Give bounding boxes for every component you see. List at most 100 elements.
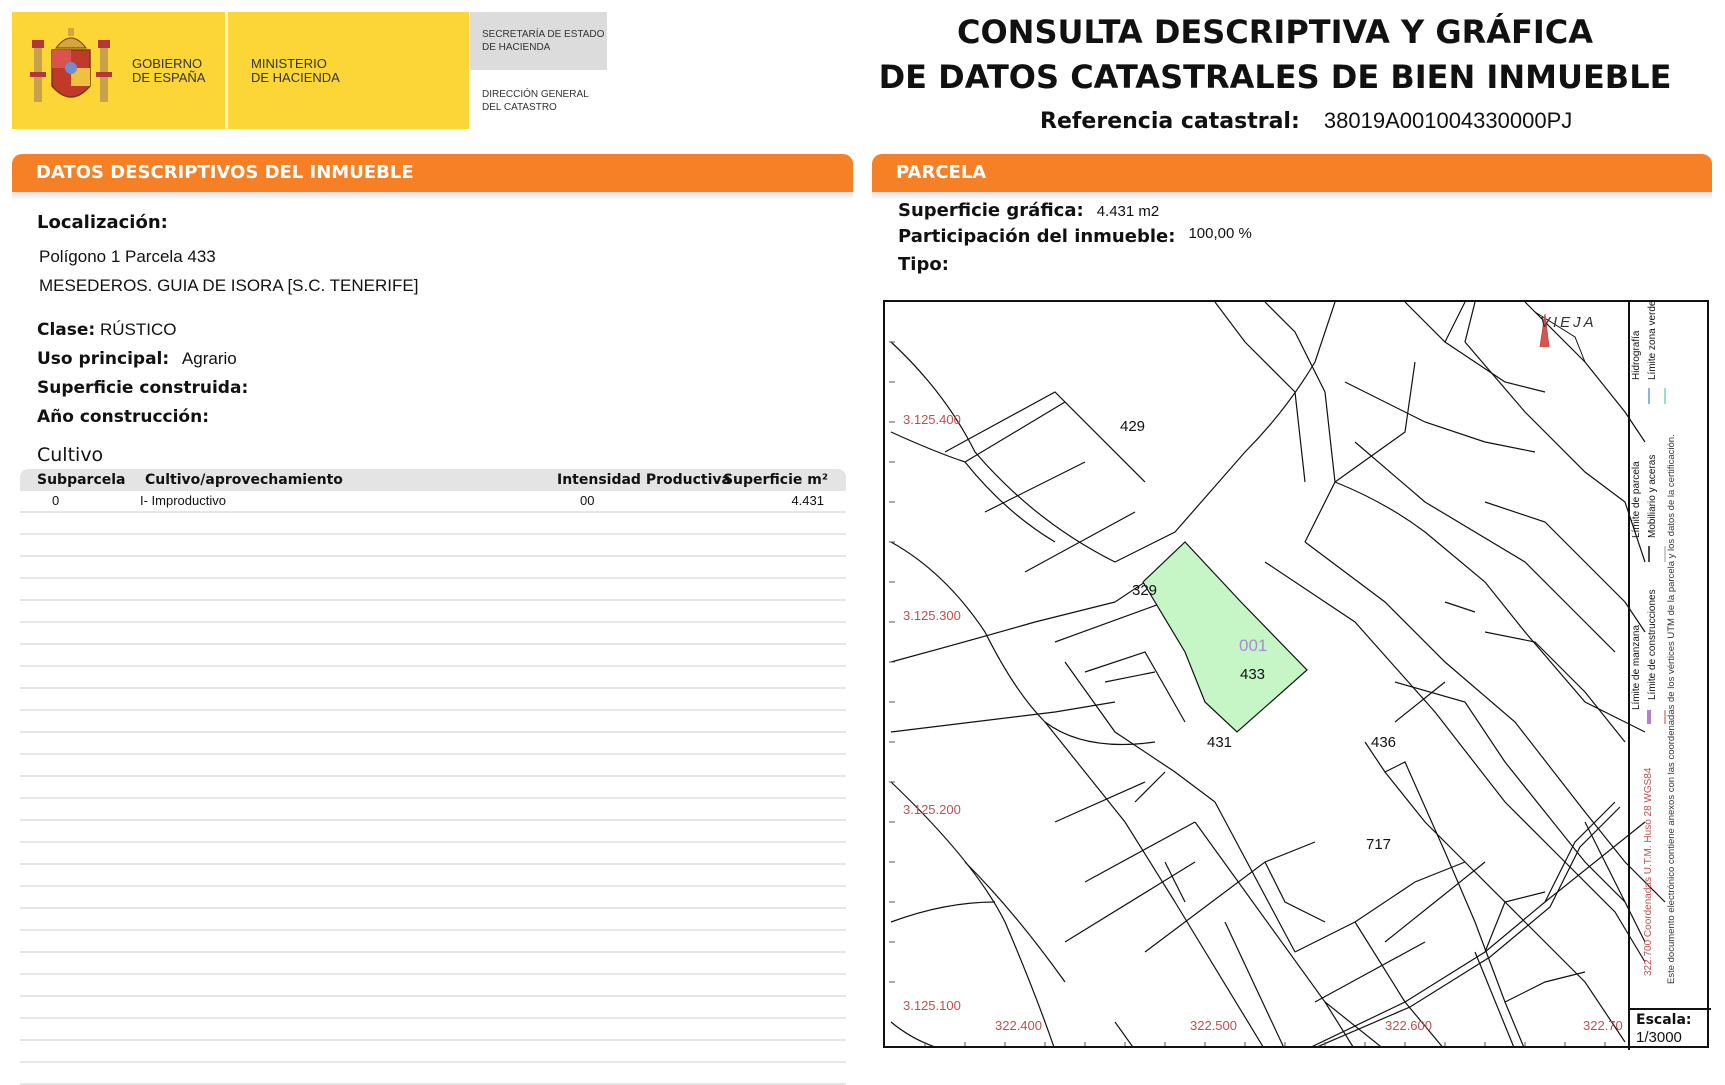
participacion-row: Participación del inmueble: 100,00 % [898,225,1252,247]
cell-intensidad: 00 [580,493,595,508]
parcel-number-label: 429 [1120,418,1146,435]
participacion-label: Participación del inmueble: [898,226,1176,247]
cell-subparcela: 0 [52,493,60,508]
min-line2: DE HACIENDA [251,70,340,85]
cadastral-map: VIEJA 3.125.400 3.125.300 3.125.200 3.12… [883,300,1709,1048]
table-row [20,667,846,689]
table-row [20,931,846,953]
table-row [20,755,846,777]
sup-grafica-label: Superficie gráfica: [898,200,1084,221]
legend-hidrografia: Hidrografía [1631,330,1642,380]
legend-construcciones: Límite de construcciones [1647,589,1658,700]
table-row: 0 I- Improductivo 00 4.431 [20,491,846,513]
scale-value: 1/3000 [1636,1029,1682,1046]
subject-code-label: 001 [1239,636,1268,655]
legend-doc-note: Este documento electrónico contiene anex… [1666,434,1677,984]
clase-label: Clase: [37,320,96,340]
table-row [20,887,846,909]
table-row [20,997,846,1019]
table-row [20,623,846,645]
table-row [20,579,846,601]
ref-label: Referencia catastral: [1040,109,1300,134]
x-coord-label: 322.600 [1385,1018,1432,1033]
coat-of-arms-icon [30,28,112,102]
ref-value: 38019A001004330000PJ [1323,108,1573,133]
tipo-label: Tipo: [898,254,949,275]
map-drawing [889,302,1666,1046]
table-row [20,711,846,733]
parcel-number-label: 329 [1132,582,1158,599]
uso-label: Uso principal: [37,349,170,369]
table-row [20,1041,846,1063]
cultivo-table: Subparcela Cultivo/aprovechamiento Inten… [20,469,846,1085]
uso-row: Uso principal: Agrario [37,349,237,369]
table-row [20,645,846,667]
page-title: CONSULTA DESCRIPTIVA Y GRÁFICA DE DATOS … [860,10,1690,100]
dir-line2: DEL CATASTRO [482,102,557,113]
table-row [20,909,846,931]
table-row [20,601,846,623]
clase-value: RÚSTICO [99,320,177,339]
localizacion-line1: Polígono 1 Parcela 433 [39,247,216,266]
table-row [20,557,846,579]
sup-construida-label: Superficie construida: [37,378,249,398]
dir-line1: DIRECCIÓN GENERAL [482,89,589,100]
table-row [20,821,846,843]
y-coord-label: 3.125.100 [903,998,961,1013]
cultivo-title: Cultivo [37,444,104,466]
col-subparcela: Subparcela [37,472,126,488]
title-line1: CONSULTA DESCRIPTIVA Y GRÁFICA [956,13,1594,51]
subject-parcel-number: 433 [1240,666,1266,683]
table-row [20,953,846,975]
table-header: Subparcela Cultivo/aprovechamiento Inten… [20,469,846,491]
legend-coords-note: 322.700 Coordenadas U.T.M. Huso 28 WGS84 [1643,767,1654,976]
gov-line1: GOBIERNO [132,56,203,71]
sec-line2: DE HACIENDA [482,42,551,53]
cell-cultivo: I- Improductivo [140,493,226,508]
map-legend: Límite de manzana Límite de construccion… [1628,300,1711,1012]
scale-label: Escala: [1636,1012,1692,1028]
y-coord-label: 3.125.300 [903,608,961,623]
col-cultivo: Cultivo/aprovechamiento [145,472,343,488]
anio-label: Año construcción: [37,407,210,427]
section-shadow-right [872,192,1712,200]
table-row [20,689,846,711]
secretaria-text: SECRETARÍA DE ESTADO DE HACIENDA [482,28,604,54]
cell-superficie: 4.431 [791,493,824,508]
y-coord-label: 3.125.400 [903,412,961,427]
uso-value: Agrario [181,349,237,368]
x-coord-label: 322.400 [995,1018,1042,1033]
title-line2: DE DATOS CATASTRALES DE BIEN INMUEBLE [878,58,1672,96]
participacion-value: 100,00 % [1188,225,1252,242]
y-coord-label: 3.125.200 [903,802,961,817]
direccion-text: DIRECCIÓN GENERAL DEL CATASTRO [482,88,589,114]
ministry-name: MINISTERIO DE HACIENDA [251,57,340,85]
logo-separator [225,12,228,129]
empty-rows [20,513,846,1085]
x-coord-label: 322.70 [1583,1018,1623,1033]
table-row [20,865,846,887]
referencia-catastral: Referencia catastral: 38019A001004330000… [1040,108,1572,134]
parcel-number-label: 717 [1366,836,1392,853]
table-row [20,535,846,557]
x-coord-label: 322.500 [1190,1018,1237,1033]
legend-zona-verde: Límite zona verde [1647,300,1658,381]
section-shadow [12,192,853,200]
col-superficie: Superficie m² [722,472,828,488]
parcel-number-label: 436 [1371,734,1397,751]
section-header-datos: DATOS DESCRIPTIVOS DEL INMUEBLE [12,154,853,192]
sup-grafica-value: 4.431 m2 [1096,203,1160,220]
table-row [20,513,846,535]
localizacion-line2: MESEDEROS. GUIA DE ISORA [S.C. TENERIFE] [39,276,419,295]
table-row [20,1063,846,1085]
gov-name: GOBIERNO DE ESPAÑA [132,57,205,85]
parcel-433-highlight [1142,541,1308,733]
legend-mobiliario: Mobiliario y aceras [1647,454,1658,538]
sup-grafica-row: Superficie gráfica: 4.431 m2 [898,200,1159,221]
road-label: VIEJA [1540,314,1597,331]
map-scale: Escala: 1/3000 [1628,1008,1711,1050]
table-row [20,1019,846,1041]
min-line1: MINISTERIO [251,56,327,71]
section-header-parcela: PARCELA [872,154,1712,192]
legend-parcela: Límite de parcela [1631,461,1642,538]
